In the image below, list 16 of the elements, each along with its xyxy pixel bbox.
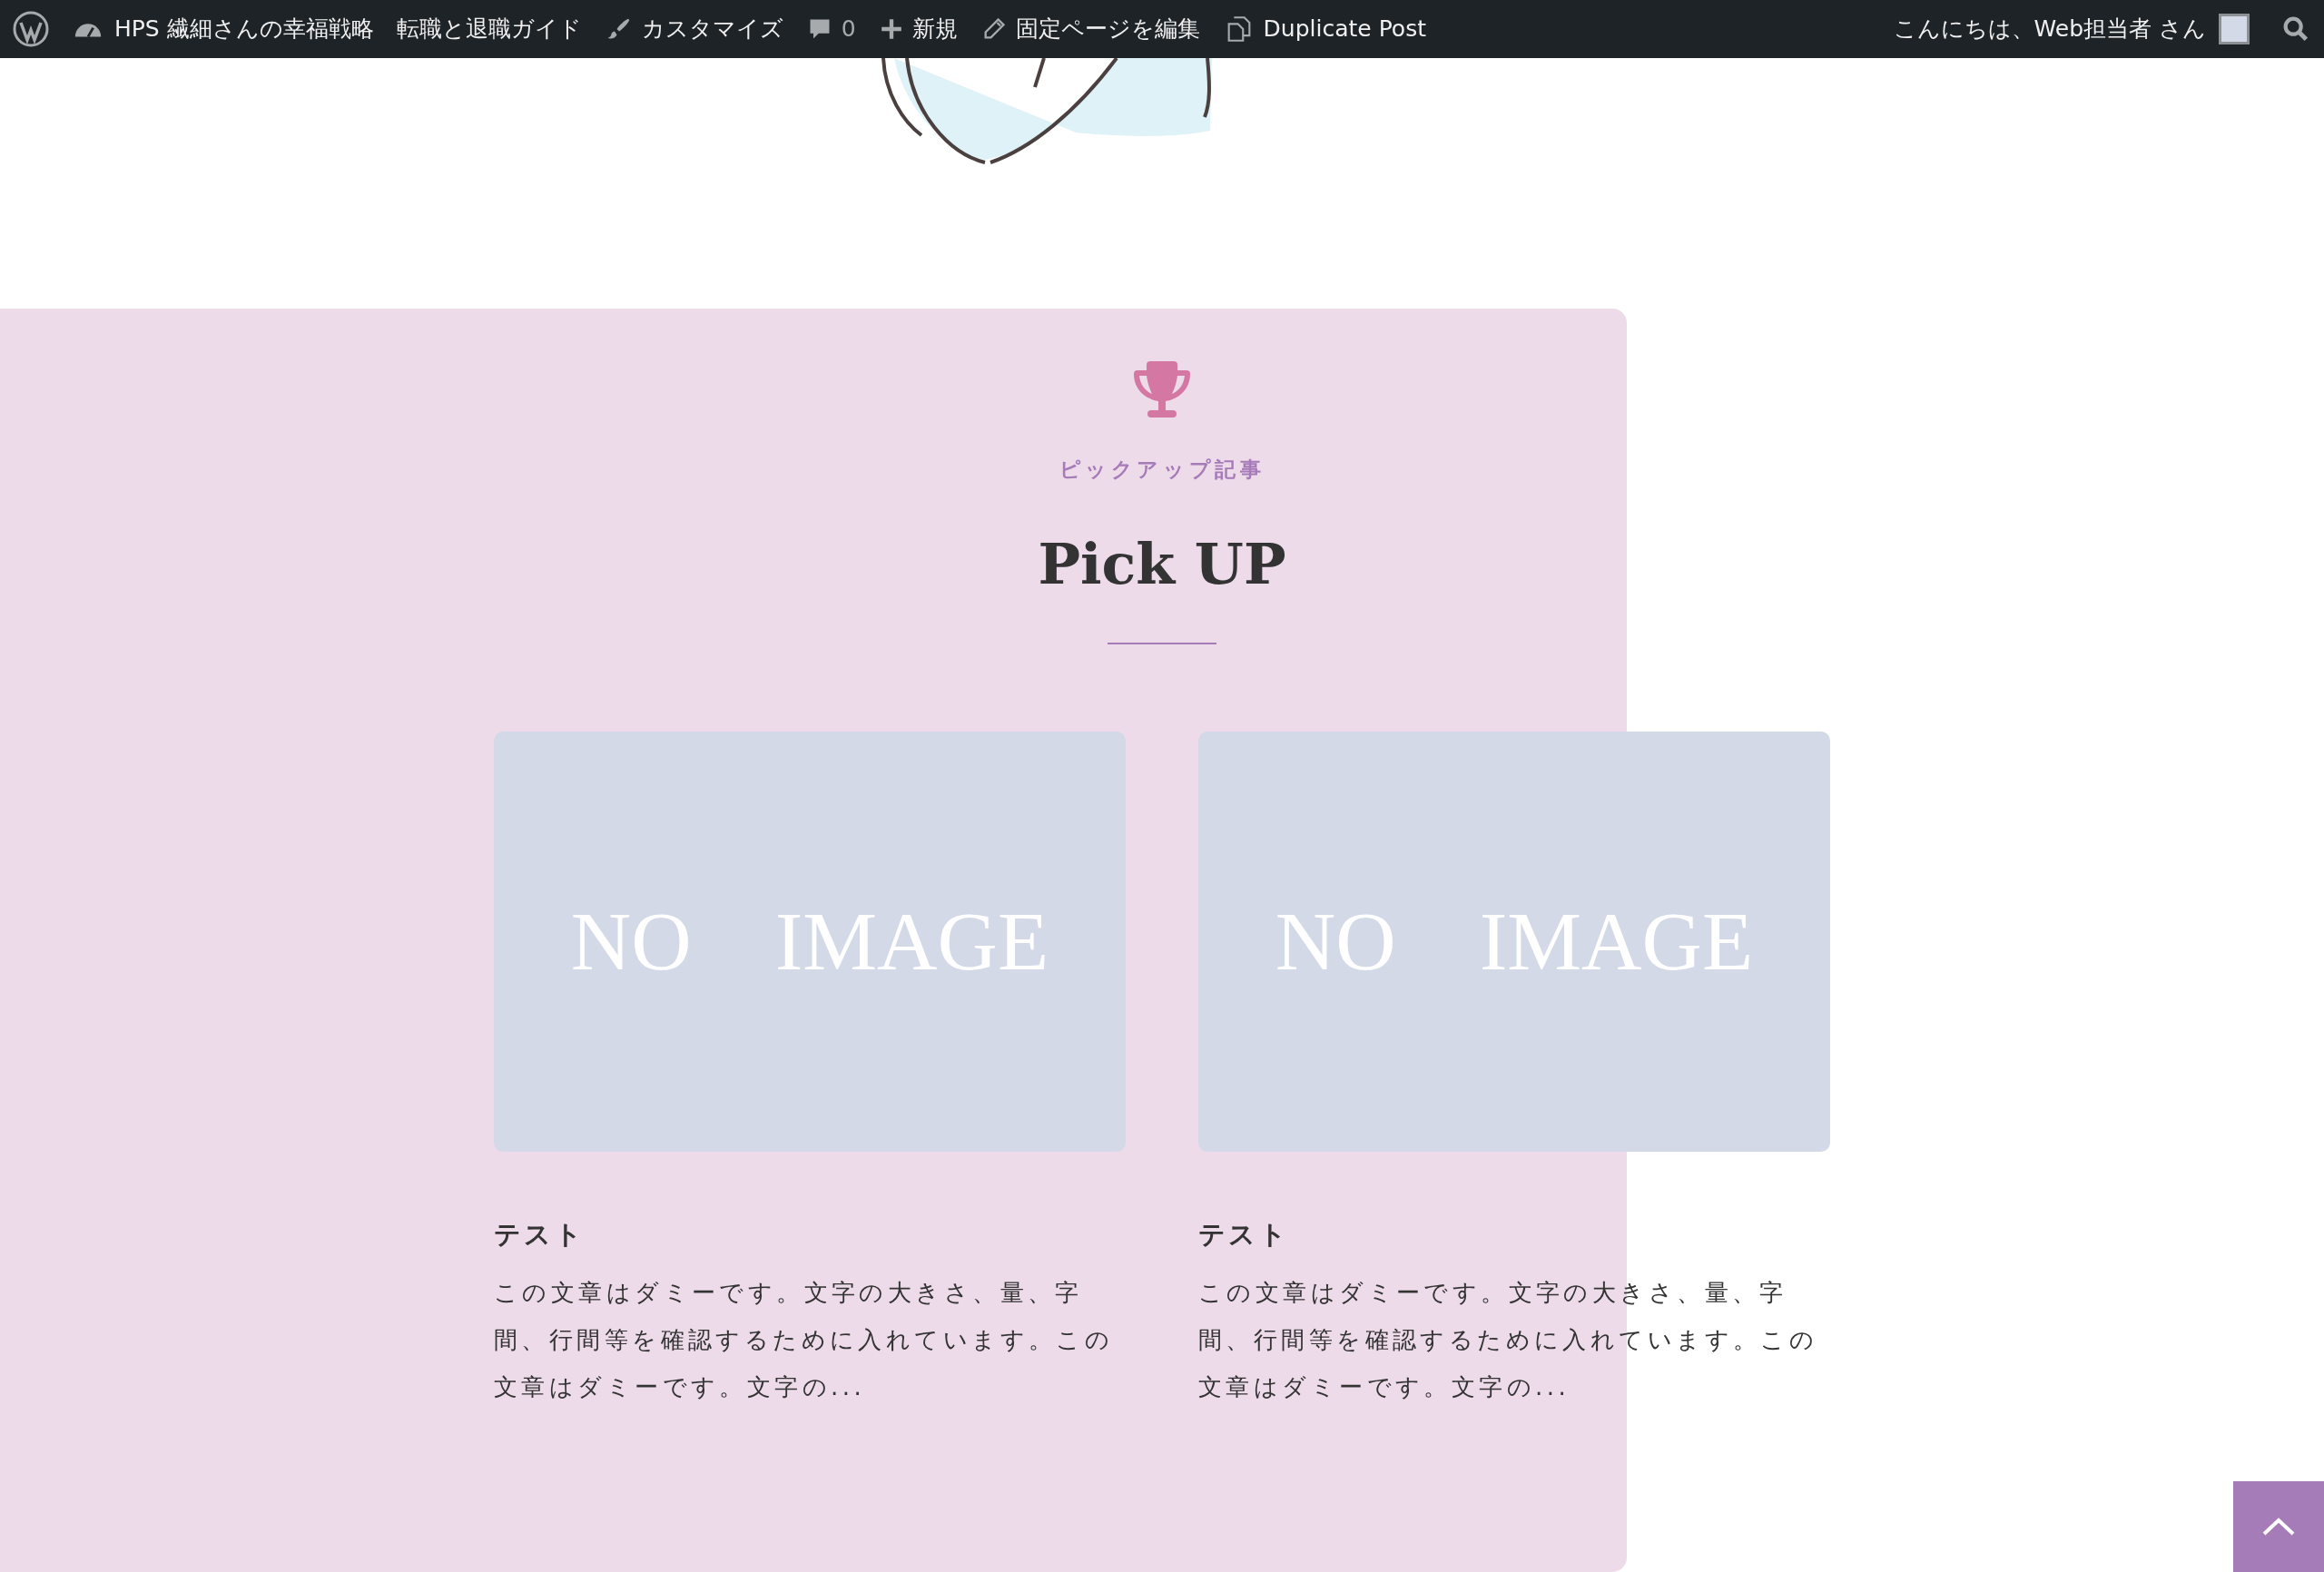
wordpress-logo-icon[interactable] bbox=[13, 11, 49, 47]
post-title[interactable]: テスト bbox=[1198, 1214, 1830, 1254]
site-name-link[interactable]: HPS 繊細さんの幸福戦略 転職と退職ガイド bbox=[114, 12, 582, 46]
post-excerpt: この文章はダミーです。文字の大きさ、量、字間、行間等を確認するために入れています。この文章はダミーです。文字の... bbox=[1198, 1278, 1819, 1402]
post-excerpt: この文章はダミーです。文字の大きさ、量、字間、行間等を確認するために入れています。この文章はダミーです。文字の... bbox=[494, 1278, 1115, 1402]
admin-bar-link[interactable]: 0 bbox=[841, 12, 856, 46]
post-title[interactable]: テスト bbox=[494, 1214, 1126, 1254]
chevron-up-icon bbox=[2260, 1516, 2297, 1538]
admin-bar-link[interactable]: Duplicate Post bbox=[1263, 12, 1426, 46]
section-title: Pick UP bbox=[1038, 529, 1286, 599]
admin-bar-link[interactable]: 新規 bbox=[911, 12, 958, 46]
admin-bar-link[interactable]: 固定ページを編集 bbox=[1015, 12, 1200, 46]
section-subtitle: ピックアップ記事 bbox=[1059, 457, 1265, 483]
admin-bar-link[interactable]: カスタマイズ bbox=[641, 12, 783, 46]
greeting-link[interactable]: こんにちは、Web担当者 さん bbox=[1893, 12, 2206, 46]
plus-icon bbox=[879, 17, 903, 41]
